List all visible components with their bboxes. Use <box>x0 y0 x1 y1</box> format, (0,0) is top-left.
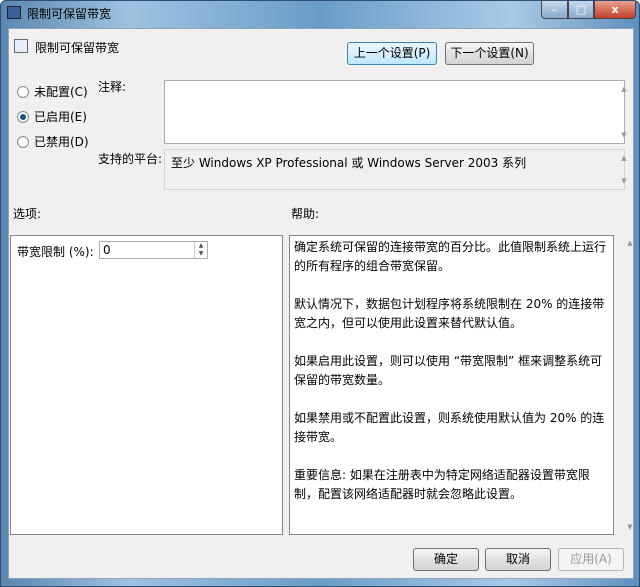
previous-setting-button[interactable]: 上一个设置(P) <box>347 42 437 65</box>
comment-scrollbar[interactable]: ▲ ▼ <box>608 81 626 143</box>
platform-scrollbar[interactable]: ▲ ▼ <box>608 150 626 189</box>
help-paragraph: 如果禁用或不配置此设置，则系统使用默认值为 20% 的连接带宽。 <box>294 411 605 444</box>
help-paragraph: 如果启用此设置，则可以使用 “带宽限制” 框来调整系统可保留的带宽数量。 <box>294 354 603 387</box>
radio-label: 已禁用(D) <box>34 135 89 149</box>
platform-value: 至少 Windows XP Professional 或 Windows Ser… <box>171 156 527 170</box>
title-bar[interactable]: 限制可保留带宽 – □ x <box>1 1 639 25</box>
minimize-button[interactable]: – <box>541 1 568 19</box>
options-label: 选项: <box>13 207 42 221</box>
radio-enabled[interactable]: 已启用(E) <box>17 108 87 125</box>
help-paragraph: 确定系统可保留的连接带宽的百分比。此值限制系统上运行的所有程序的组合带宽保留。 <box>294 240 607 273</box>
help-text: 确定系统可保留的连接带宽的百分比。此值限制系统上运行的所有程序的组合带宽保留。 … <box>290 236 613 525</box>
bandwidth-limit-spinbox[interactable]: 0 ▲ ▼ <box>99 241 208 259</box>
help-panel: 确定系统可保留的连接带宽的百分比。此值限制系统上运行的所有程序的组合带宽保留。 … <box>289 235 614 535</box>
maximize-button[interactable]: □ <box>568 1 594 19</box>
cancel-button[interactable]: 取消 <box>485 548 551 571</box>
window-title: 限制可保留带宽 <box>27 7 112 21</box>
bandwidth-limit-value: 0 <box>103 243 111 257</box>
setting-icon <box>14 39 28 53</box>
help-paragraph: 默认情况下，数据包计划程序将系统限制在 20% 的连接带宽之内，但可以使用此设置… <box>294 297 605 330</box>
ok-button[interactable]: 确定 <box>413 548 479 571</box>
setting-title: 限制可保留带宽 <box>35 41 120 55</box>
dialog-body: 限制可保留带宽 上一个设置(P) 下一个设置(N) 未配置(C) 已启用(E) … <box>8 28 634 579</box>
radio-disabled[interactable]: 已禁用(D) <box>17 133 89 150</box>
help-paragraph: 重要信息: 如果在注册表中为特定网络适配器设置带宽限制，配置该网络适配器时就会忽… <box>294 468 590 501</box>
radio-circle[interactable] <box>17 135 29 148</box>
policy-icon <box>7 6 21 19</box>
radio-circle[interactable] <box>17 110 29 123</box>
radio-circle[interactable] <box>17 85 29 98</box>
radio-not-configured[interactable]: 未配置(C) <box>17 83 88 100</box>
comment-textarea[interactable]: ▲ ▼ <box>164 80 627 144</box>
comment-label: 注释: <box>98 80 127 94</box>
platform-field: 至少 Windows XP Professional 或 Windows Ser… <box>164 149 627 190</box>
options-panel: 带宽限制 (%): 0 ▲ ▼ <box>10 235 283 535</box>
platform-label: 支持的平台: <box>98 152 163 166</box>
help-label: 帮助: <box>291 207 320 221</box>
help-scrollbar[interactable]: ▲ ▼ <box>614 235 632 535</box>
dialog-window: 限制可保留带宽 – □ x 限制可保留带宽 上一个设置(P) 下一个设置(N) … <box>0 0 640 587</box>
close-button[interactable]: x <box>594 1 636 19</box>
next-setting-button[interactable]: 下一个设置(N) <box>445 42 534 65</box>
bandwidth-limit-label: 带宽限制 (%): <box>17 245 94 259</box>
spinner-arrows[interactable]: ▲ ▼ <box>194 242 207 258</box>
apply-button: 应用(A) <box>558 548 624 571</box>
radio-label: 已启用(E) <box>34 110 87 124</box>
radio-label: 未配置(C) <box>34 85 88 99</box>
